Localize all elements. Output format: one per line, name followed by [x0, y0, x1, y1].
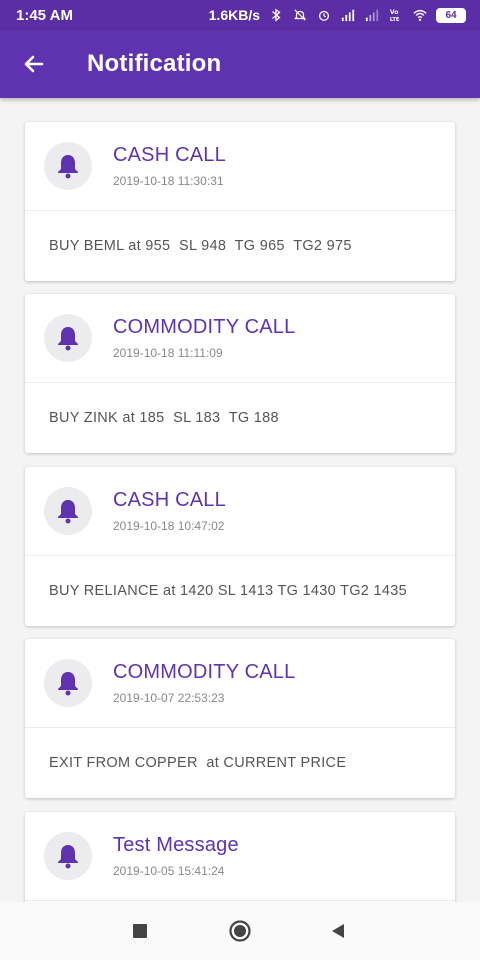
notification-header: CASH CALL 2019-10-18 11:30:31: [25, 122, 455, 211]
notification-card[interactable]: COMMODITY CALL 2019-10-18 11:11:09 BUY Z…: [25, 294, 455, 453]
notification-header: Test Message 2019-10-05 15:41:24: [25, 812, 455, 901]
notification-time: 2019-10-18 11:11:09: [113, 346, 223, 360]
nav-back-button[interactable]: [325, 918, 351, 944]
recents-square-icon: [133, 924, 147, 938]
battery-icon: 64: [436, 7, 466, 23]
notification-card[interactable]: CASH CALL 2019-10-18 10:47:02 BUY RELIAN…: [25, 467, 455, 626]
notification-title: CASH CALL: [113, 144, 226, 166]
notification-time: 2019-10-18 11:30:31: [113, 174, 224, 188]
bell-avatar: [44, 142, 92, 190]
mute-icon: [294, 9, 306, 21]
back-triangle-icon: [332, 924, 344, 938]
notification-time: 2019-10-18 10:47:02: [113, 519, 225, 533]
bell-avatar: [44, 487, 92, 535]
svg-text:Vo: Vo: [390, 9, 399, 16]
notification-time: 2019-10-07 22:53:23: [113, 691, 225, 705]
home-button[interactable]: [227, 918, 253, 944]
notification-title: CASH CALL: [113, 489, 226, 511]
volte-icon: VoLTE: [390, 9, 400, 22]
bluetooth-icon: [272, 8, 281, 22]
notification-message: BUY BEML at 955 SL 948 TG 965 TG2 975: [49, 238, 352, 254]
bell-icon: [58, 845, 78, 869]
status-bar: 1:45 AM 1.6KB/s Vo LTE 64: [0, 0, 480, 30]
bell-icon: [58, 327, 78, 351]
home-circle-icon: [229, 920, 251, 942]
svg-text:LTE: LTE: [390, 17, 400, 22]
bell-icon: [58, 672, 78, 696]
recents-button[interactable]: [127, 918, 153, 944]
bell-icon: [58, 500, 78, 524]
alarm-icon: [318, 10, 330, 21]
system-nav-bar: [0, 902, 480, 960]
notification-time: 2019-10-05 15:41:24: [113, 864, 225, 878]
page-title: Notification: [87, 50, 222, 77]
wifi-icon: [413, 9, 427, 21]
notification-title: Test Message: [113, 834, 239, 856]
notification-message: BUY RELIANCE at 1420 SL 1413 TG 1430 TG2…: [49, 583, 407, 599]
back-arrow-icon: [24, 55, 44, 73]
notification-message: EXIT FROM COPPER at CURRENT PRICE: [49, 755, 347, 771]
notification-title: COMMODITY CALL: [113, 316, 296, 338]
notification-message: BUY ZINK at 185 SL 183 TG 188: [49, 410, 279, 426]
status-icons: 1.6KB/s Vo LTE 64: [209, 7, 466, 23]
notification-card[interactable]: CASH CALL 2019-10-18 11:30:31 BUY BEML a…: [25, 122, 455, 281]
bell-icon: [58, 155, 78, 179]
app-bar: Notification: [0, 30, 480, 98]
bell-avatar: [44, 832, 92, 880]
notification-header: CASH CALL 2019-10-18 10:47:02: [25, 467, 455, 556]
signal-icon: [365, 9, 379, 22]
network-speed: 1.6KB/s: [208, 7, 260, 23]
back-button[interactable]: [17, 47, 51, 81]
notification-header: COMMODITY CALL 2019-10-07 22:53:23: [25, 639, 455, 728]
signal-icon: [341, 9, 355, 22]
status-time: 1:45 AM: [16, 6, 73, 24]
notification-title: COMMODITY CALL: [113, 661, 296, 683]
notification-card[interactable]: COMMODITY CALL 2019-10-07 22:53:23 EXIT …: [25, 639, 455, 798]
bell-avatar: [44, 314, 92, 362]
notification-card[interactable]: Test Message 2019-10-05 15:41:24: [25, 812, 455, 902]
notification-header: COMMODITY CALL 2019-10-18 11:11:09: [25, 294, 455, 383]
bell-avatar: [44, 659, 92, 707]
notification-list[interactable]: CASH CALL 2019-10-18 11:30:31 BUY BEML a…: [0, 98, 480, 902]
